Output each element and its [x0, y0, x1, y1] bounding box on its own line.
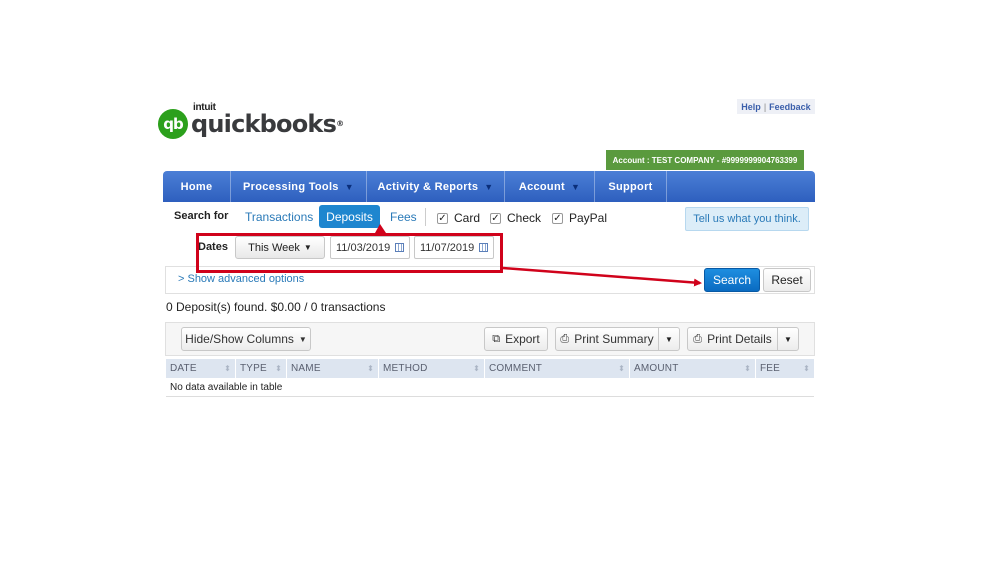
checkmark-icon[interactable]: ✓	[490, 212, 501, 224]
search-for-label: Search for	[174, 210, 229, 222]
help-link[interactable]: Help	[741, 102, 761, 112]
nav-activity-reports-label: Activity & Reports	[377, 180, 479, 193]
column-header-method[interactable]: METHOD ⬍	[379, 359, 485, 378]
caret-down-icon: ▼	[784, 334, 792, 344]
logo-wordmark-text: quickbooks	[191, 110, 337, 138]
print-summary-dropdown[interactable]: ▼	[658, 327, 680, 351]
column-header-date-label: DATE	[170, 363, 197, 374]
nav-support[interactable]: Support	[595, 171, 667, 202]
nav-home[interactable]: Home	[163, 171, 231, 202]
filter-check-checkbox[interactable]: ✓ Check	[490, 211, 541, 225]
tab-fees[interactable]: Fees	[390, 210, 417, 224]
logo-wordmark: quickbooks®	[191, 110, 344, 138]
column-header-comment-label: COMMENT	[489, 363, 543, 374]
help-links: Help | Feedback	[737, 99, 815, 114]
caret-down-icon: ▼	[665, 334, 673, 344]
main-navbar: Home Processing Tools ▼ Activity & Repor…	[163, 171, 815, 202]
column-header-fee[interactable]: FEE ⬍	[756, 359, 814, 378]
chevron-down-icon: ▼	[344, 181, 354, 192]
reset-button[interactable]: Reset	[763, 268, 811, 292]
show-advanced-options-link[interactable]: > Show advanced options	[178, 273, 304, 285]
column-header-fee-label: FEE	[760, 363, 781, 374]
nav-account[interactable]: Account ▼	[505, 171, 595, 202]
column-header-date[interactable]: DATE ⬍	[166, 359, 236, 378]
sort-icon: ⬍	[224, 364, 231, 373]
qb-logo-icon: qb	[158, 109, 188, 139]
print-summary-button[interactable]: ⎙ Print Summary	[555, 327, 659, 351]
filter-paypal-checkbox[interactable]: ✓ PayPal	[552, 211, 607, 225]
print-details-button[interactable]: ⎙ Print Details	[687, 327, 778, 351]
caret-down-icon: ▼	[298, 334, 307, 344]
divider	[425, 208, 426, 226]
sort-icon: ⬍	[367, 364, 374, 373]
filter-card-label: Card	[454, 211, 481, 225]
chevron-down-icon: ▼	[484, 181, 494, 192]
hide-show-columns-button[interactable]: Hide/Show Columns ▼	[181, 327, 311, 351]
nav-processing-tools[interactable]: Processing Tools ▼	[231, 171, 367, 202]
print-details-label: Print Details	[707, 332, 772, 346]
export-label: Export	[505, 332, 540, 346]
account-bar: Account : TEST COMPANY - #99999999047633…	[606, 150, 804, 170]
column-header-amount-label: AMOUNT	[634, 363, 679, 374]
results-summary: 0 Deposit(s) found. $0.00 / 0 transactio…	[166, 300, 386, 314]
checkmark-icon[interactable]: ✓	[437, 212, 448, 224]
quickbooks-logo: qb intuit quickbooks®	[158, 102, 344, 141]
sort-icon: ⬍	[473, 364, 480, 373]
feedback-link[interactable]: Feedback	[769, 102, 811, 112]
sort-icon: ⬍	[618, 364, 625, 373]
sort-icon: ⬍	[275, 364, 282, 373]
sort-icon: ⬍	[744, 364, 751, 373]
column-header-type[interactable]: TYPE ⬍	[236, 359, 287, 378]
table-bottom-border	[166, 396, 814, 397]
export-icon: ⧉	[492, 332, 501, 345]
filter-paypal-label: PayPal	[569, 211, 608, 225]
nav-activity-reports[interactable]: Activity & Reports ▼	[367, 171, 505, 202]
annotation-highlight-box	[196, 233, 503, 273]
printer-icon: ⎙	[693, 332, 703, 345]
help-separator: |	[763, 101, 767, 112]
nav-account-label: Account	[518, 180, 565, 193]
logo-intuit: intuit	[193, 102, 216, 113]
checkmark-icon[interactable]: ✓	[552, 212, 563, 224]
print-summary-label: Print Summary	[574, 332, 654, 346]
logo-text: intuit quickbooks®	[191, 102, 344, 139]
export-button[interactable]: ⧉ Export	[484, 327, 548, 351]
filter-check-label: Check	[507, 211, 542, 225]
hide-show-columns-label: Hide/Show Columns	[185, 332, 294, 346]
tab-deposits[interactable]: Deposits	[319, 205, 380, 228]
printer-icon: ⎙	[560, 332, 570, 345]
print-details-dropdown[interactable]: ▼	[777, 327, 799, 351]
filter-card-checkbox[interactable]: ✓ Card	[437, 211, 480, 225]
logo-reg: ®	[336, 119, 344, 128]
table-empty-message: No data available in table	[170, 382, 283, 393]
column-header-amount[interactable]: AMOUNT ⬍	[630, 359, 756, 378]
nav-support-label: Support	[608, 180, 653, 193]
column-header-name-label: NAME	[291, 363, 321, 374]
column-header-name[interactable]: NAME ⬍	[287, 359, 379, 378]
column-header-type-label: TYPE	[240, 363, 267, 374]
sort-icon: ⬍	[803, 364, 810, 373]
chevron-down-icon: ▼	[570, 181, 581, 192]
column-header-method-label: METHOD	[383, 363, 428, 374]
search-button[interactable]: Search	[704, 268, 760, 292]
table-header: DATE ⬍ TYPE ⬍ NAME ⬍ METHOD ⬍ COMMENT ⬍ …	[166, 359, 814, 378]
column-header-comment[interactable]: COMMENT ⬍	[485, 359, 630, 378]
tell-us-button[interactable]: Tell us what you think.	[685, 207, 809, 231]
tab-transactions[interactable]: Transactions	[245, 210, 313, 224]
nav-home-label: Home	[180, 180, 213, 193]
nav-processing-tools-label: Processing Tools	[243, 180, 339, 193]
